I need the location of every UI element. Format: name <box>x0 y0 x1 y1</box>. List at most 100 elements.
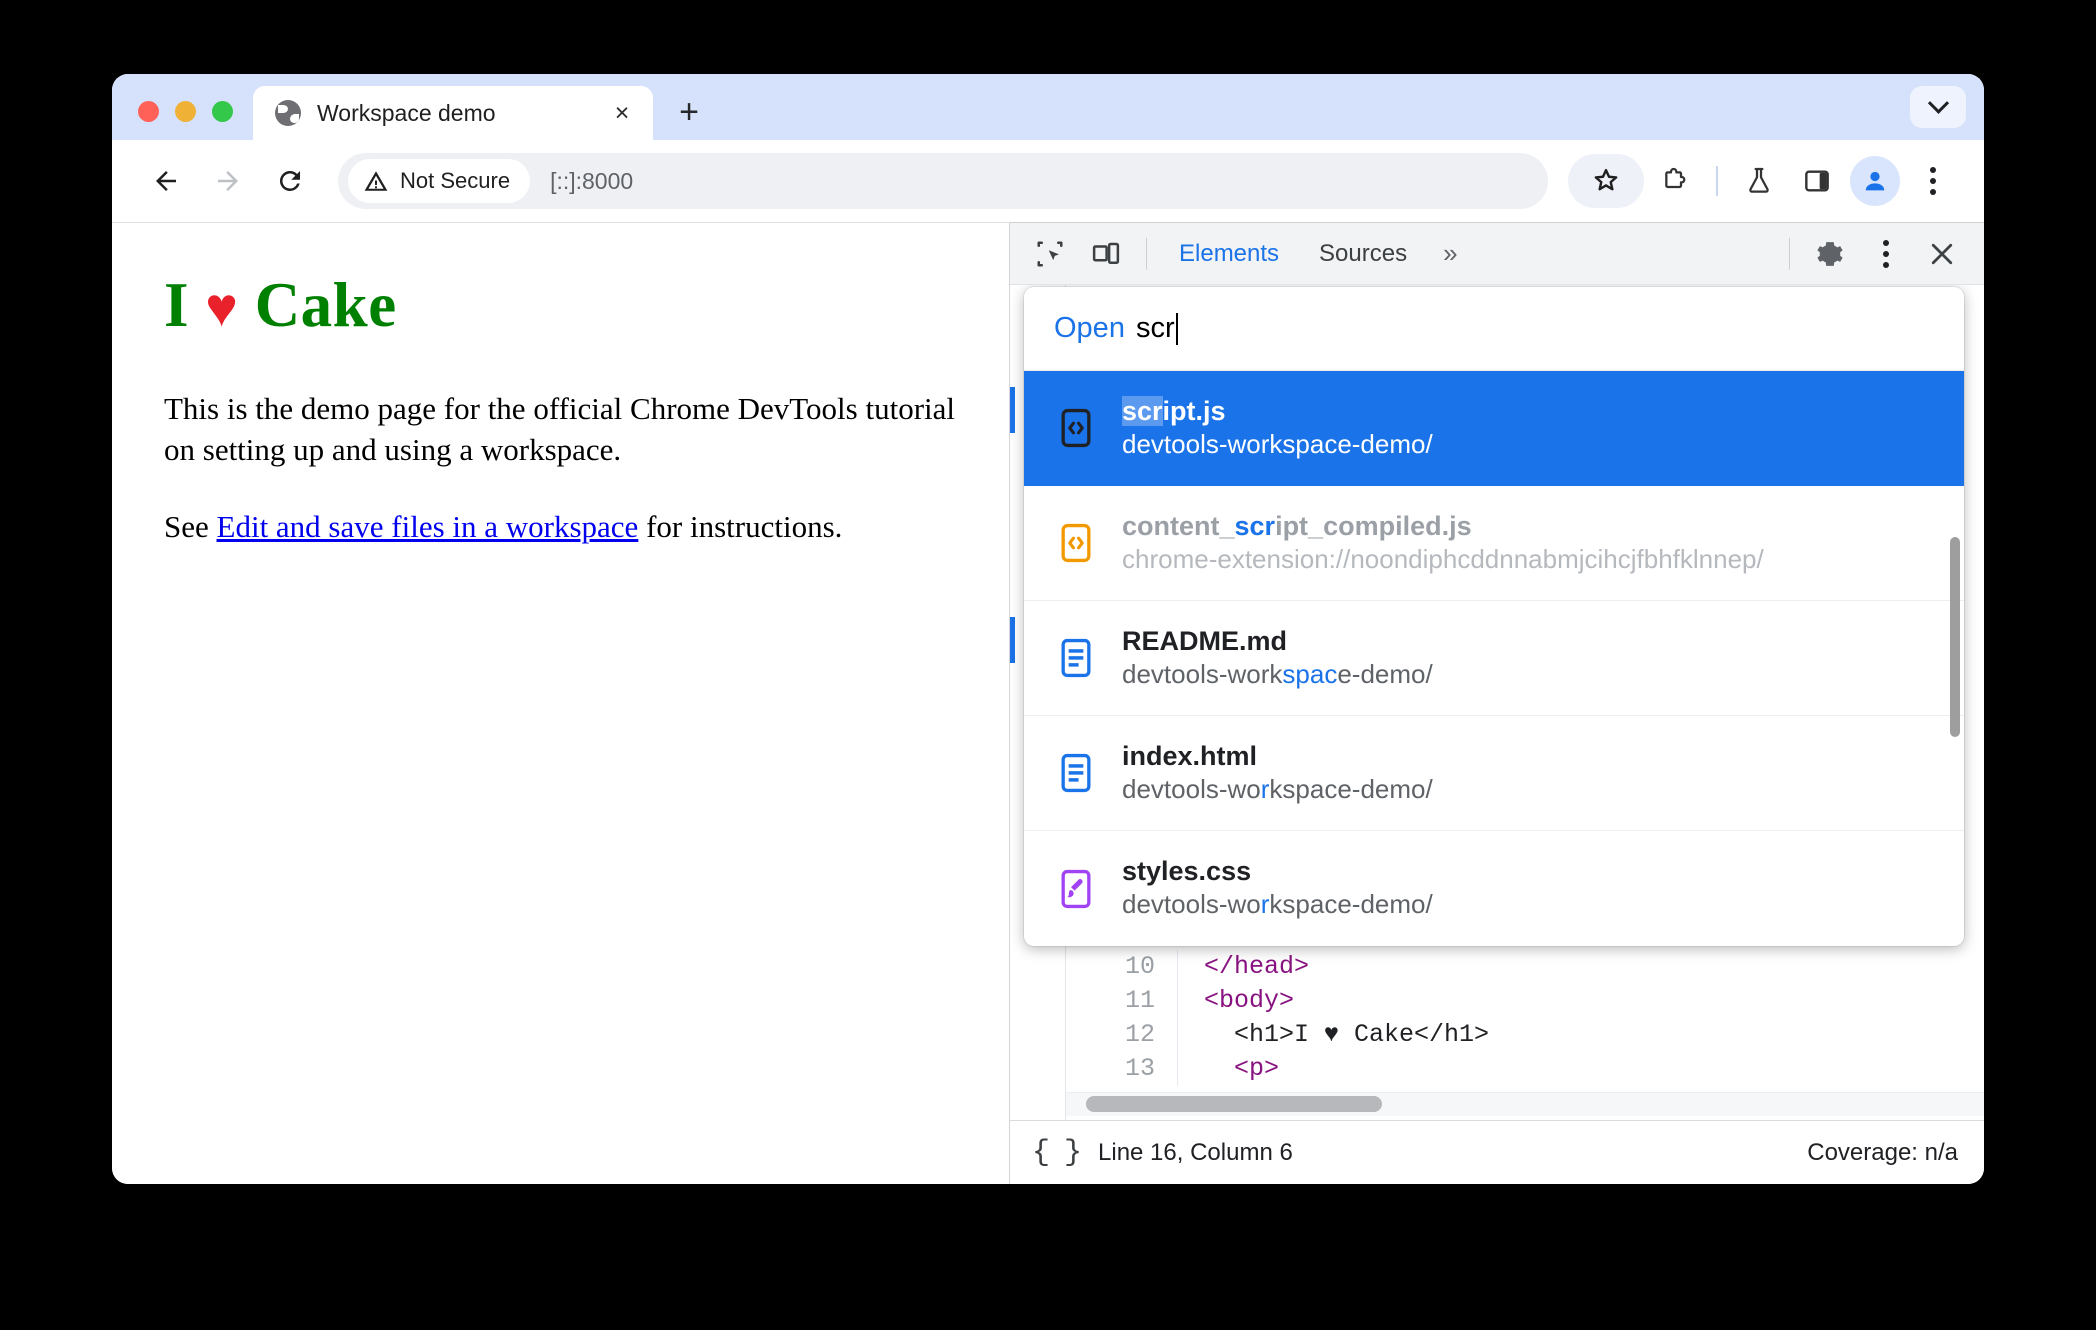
address-bar[interactable]: Not Secure [::]:8000 <box>338 153 1548 209</box>
line-number: 11 <box>1066 984 1178 1018</box>
list-item-text: styles.css devtools-workspace-demo/ <box>1122 855 1433 922</box>
list-item[interactable]: index.html devtools-workspace-demo/ <box>1024 716 1964 831</box>
line-number: 12 <box>1066 1018 1178 1052</box>
palette-scrollbar-thumb[interactable] <box>1950 537 1960 737</box>
title-match: scr <box>1122 395 1163 426</box>
reload-button[interactable] <box>262 153 318 209</box>
subtitle-part: devtools-wo <box>1122 889 1261 920</box>
extensions-button[interactable] <box>1648 154 1702 208</box>
subtitle-part: chrome-extension://noondiphcddnnabmjcihc… <box>1122 543 1764 574</box>
tab-sources[interactable]: Sources <box>1301 230 1425 278</box>
command-palette-input[interactable]: Open scr <box>1024 287 1964 371</box>
subtitle-part: e-demo/ <box>1337 658 1433 689</box>
tab-elements[interactable]: Elements <box>1161 230 1297 278</box>
line-code: <body> <box>1204 986 1295 1015</box>
window-content: I ♥ Cake This is the demo page for the o… <box>112 222 1984 1184</box>
page-title-suffix: Cake <box>254 270 397 340</box>
list-item-title: content_script_compiled.js <box>1122 510 1764 543</box>
title-pre: content_ <box>1122 510 1235 541</box>
close-icon <box>1931 243 1953 264</box>
horizontal-scrollbar-thumb[interactable] <box>1086 1096 1382 1112</box>
device-toolbar-icon <box>1092 242 1120 264</box>
labs-button[interactable] <box>1732 154 1786 208</box>
toolbar-actions <box>1568 154 1960 208</box>
devtools-body: 10 </head> 11 <body> 12 <h1>I ♥ Cake</h1… <box>1010 285 1984 1120</box>
window-traffic-lights <box>112 101 253 140</box>
list-item-text: script.js devtools-workspace-demo/ <box>1122 395 1433 462</box>
pretty-print-braces-icon[interactable]: { } <box>1032 1136 1082 1170</box>
text-cursor <box>1175 312 1178 345</box>
url-text: [::]:8000 <box>550 167 634 194</box>
list-item-text: index.html devtools-workspace-demo/ <box>1122 740 1433 807</box>
maximize-window-button[interactable] <box>212 101 233 122</box>
line-number: 10 <box>1066 950 1178 984</box>
command-palette[interactable]: Open scr script.js devtools-workspace-de… <box>1024 287 1964 946</box>
list-item-title: index.html <box>1122 740 1258 771</box>
minimize-window-button[interactable] <box>175 101 196 122</box>
new-tab-button[interactable]: + <box>663 86 715 138</box>
list-item-text: content_script_compiled.js chrome-extens… <box>1122 510 1764 577</box>
workspace-tutorial-link[interactable]: Edit and save files in a workspace <box>217 509 639 544</box>
inspect-element-icon <box>1037 241 1063 266</box>
document-file-icon <box>1061 638 1091 678</box>
reload-icon <box>279 170 300 191</box>
side-panel-icon <box>1805 170 1829 192</box>
code-line: 11 <body> <box>1066 984 1984 1018</box>
devtools-status-bar: { } Line 16, Column 6 Coverage: n/a <box>1010 1120 1984 1184</box>
list-item[interactable]: README.md devtools-workspace-demo/ <box>1024 601 1964 716</box>
devtools-toolbar: Elements Sources » <box>1010 223 1984 285</box>
page-title: I ♥ Cake <box>164 269 957 342</box>
subtitle-match: s <box>1282 658 1296 689</box>
side-panel-button[interactable] <box>1790 154 1844 208</box>
close-window-button[interactable] <box>138 101 159 122</box>
list-item-subtitle: chrome-extension://noondiphcddnnabmjcihc… <box>1122 543 1764 577</box>
page-paragraph-1: This is the demo page for the official C… <box>164 391 956 468</box>
chevron-down-icon <box>1927 92 1949 114</box>
web-page-viewport: I ♥ Cake This is the demo page for the o… <box>112 222 1010 1184</box>
js-file-icon <box>1061 408 1091 448</box>
browser-menu-button[interactable] <box>1906 154 1960 208</box>
search-query: scr <box>1135 312 1175 344</box>
flask-icon <box>1749 167 1769 193</box>
list-item[interactable]: content_script_compiled.js chrome-extens… <box>1024 486 1964 601</box>
title-post: ipt.js <box>1162 395 1226 426</box>
forward-button[interactable] <box>200 153 256 209</box>
back-arrow-icon <box>156 171 176 191</box>
more-tabs-button[interactable]: » <box>1429 238 1471 269</box>
toolbar-divider-right <box>1789 237 1790 270</box>
code-lines: 10 </head> 11 <body> 12 <h1>I ♥ Cake</h1… <box>1066 950 1984 1086</box>
device-toolbar-button[interactable] <box>1080 230 1132 278</box>
list-item-subtitle: devtools-workspace-demo/ <box>1122 428 1433 462</box>
tab-search-button[interactable] <box>1910 86 1966 128</box>
list-item-subtitle: devtools-workspace-demo/ <box>1122 773 1433 807</box>
inspect-element-button[interactable] <box>1024 230 1076 278</box>
document-file-icon <box>1061 753 1091 793</box>
line-number: 13 <box>1066 1052 1178 1086</box>
profile-button[interactable] <box>1848 154 1902 208</box>
close-icon[interactable]: × <box>605 96 639 130</box>
devtools-settings-button[interactable] <box>1804 230 1856 278</box>
security-status-label: Not Secure <box>400 168 511 193</box>
subtitle-match: pa <box>1295 658 1325 689</box>
three-dot-menu-icon <box>1930 167 1936 195</box>
bookmark-button[interactable] <box>1568 154 1644 208</box>
back-button[interactable] <box>138 153 194 209</box>
security-status-badge[interactable]: Not Secure <box>348 159 531 203</box>
devtools-more-button[interactable] <box>1860 230 1912 278</box>
list-item-subtitle: devtools-workspace-demo/ <box>1122 888 1433 922</box>
toolbar-divider <box>1716 166 1718 196</box>
cursor-position: Line 16, Column 6 <box>1098 1138 1293 1166</box>
avatar <box>1850 156 1900 206</box>
js-file-icon-orange <box>1061 523 1091 563</box>
list-item[interactable]: styles.css devtools-workspace-demo/ <box>1024 831 1964 946</box>
devtools-close-button[interactable] <box>1916 230 1968 278</box>
list-item[interactable]: script.js devtools-workspace-demo/ <box>1024 371 1964 486</box>
paragraph-2-after: for instructions. <box>638 509 843 545</box>
gear-icon <box>1817 241 1843 266</box>
subtitle-part: kspace-demo/ <box>1269 773 1433 804</box>
command-prefix: Open <box>1054 312 1125 344</box>
puzzle-piece-icon <box>1665 167 1686 189</box>
subtitle-part: kspace-demo/ <box>1269 889 1433 920</box>
browser-tab[interactable]: Workspace demo × <box>253 86 653 140</box>
title-post: ipt_compiled.js <box>1275 510 1472 541</box>
